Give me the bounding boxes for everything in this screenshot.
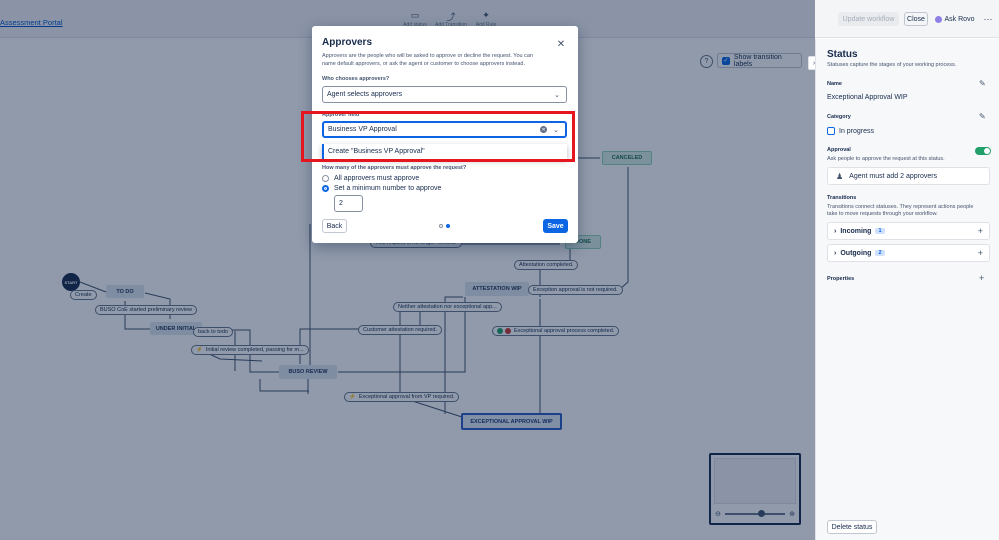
approval-toggle[interactable] [975, 147, 991, 155]
save-button[interactable]: Save [543, 219, 568, 233]
rovo-icon [934, 15, 942, 23]
radio-minimum-number[interactable]: Set a minimum number to approve [322, 185, 441, 192]
minimum-number-input[interactable]: 2 [334, 195, 363, 212]
step-dot [439, 224, 443, 228]
chevron-right-icon: › [834, 227, 837, 235]
chevron-down-icon: ⌄ [554, 91, 560, 99]
delete-status-button[interactable]: Delete status [827, 520, 877, 534]
incoming-count-badge: 1 [875, 228, 885, 234]
add-property-icon[interactable]: + [979, 273, 984, 283]
outgoing-count-badge: 2 [875, 250, 885, 256]
category-value: In progress [839, 128, 875, 135]
status-name-value: Exceptional Approval WIP [827, 94, 908, 101]
edit-name-icon[interactable]: ✎ [979, 79, 986, 88]
radio-all-approvers[interactable]: All approvers must approve [322, 175, 419, 182]
panel-subtitle: Statuses capture the stages of your work… [827, 62, 957, 68]
panel-title: Status [827, 49, 858, 60]
step-indicator [439, 224, 450, 228]
approval-summary-button[interactable]: ♟ Agent must add 2 approvers [827, 167, 990, 185]
who-chooses-select[interactable]: Agent selects approvers ⌄ [322, 86, 567, 103]
radio-selected[interactable] [322, 185, 329, 192]
more-actions-icon[interactable]: ⋯ [982, 12, 994, 26]
incoming-transitions-row[interactable]: › Incoming 1 + [827, 222, 990, 240]
dialog-description: Approvers are the people who will be ask… [322, 53, 533, 67]
dialog-title: Approvers [322, 37, 373, 48]
outgoing-transitions-row[interactable]: › Outgoing 2 + [827, 244, 990, 262]
radio-unselected[interactable] [322, 175, 329, 182]
highlight-box [301, 111, 575, 162]
back-button[interactable]: Back [322, 219, 347, 233]
name-label: Name [827, 81, 842, 87]
edit-category-icon[interactable]: ✎ [979, 112, 986, 121]
transitions-description-2: take to move requests through your workf… [827, 211, 938, 217]
properties-label: Properties [827, 276, 855, 282]
approval-description: Ask people to approve the request at thi… [827, 156, 945, 162]
category-indicator [827, 127, 835, 135]
add-incoming-icon[interactable]: + [978, 226, 983, 236]
status-details-panel: Status Statuses capture the stages of yo… [815, 39, 999, 540]
who-chooses-label: Who chooses approvers? [322, 76, 390, 82]
chevron-right-icon: › [834, 249, 837, 257]
approval-label: Approval [827, 147, 851, 153]
transitions-label: Transitions [827, 195, 857, 201]
transitions-description-1: Transitions connect statuses. They repre… [827, 204, 974, 210]
close-button[interactable]: Close [904, 12, 928, 26]
step-dot-active [446, 224, 450, 228]
update-workflow-button[interactable]: Update workflow [838, 12, 899, 26]
close-icon[interactable]: ✕ [555, 38, 567, 50]
how-many-label: How many of the approvers must approve t… [322, 165, 467, 171]
ask-rovo-button[interactable]: Ask Rovo [933, 12, 976, 26]
add-outgoing-icon[interactable]: + [978, 248, 983, 258]
user-approval-icon: ♟ [836, 171, 844, 181]
category-label: Category [827, 114, 851, 120]
